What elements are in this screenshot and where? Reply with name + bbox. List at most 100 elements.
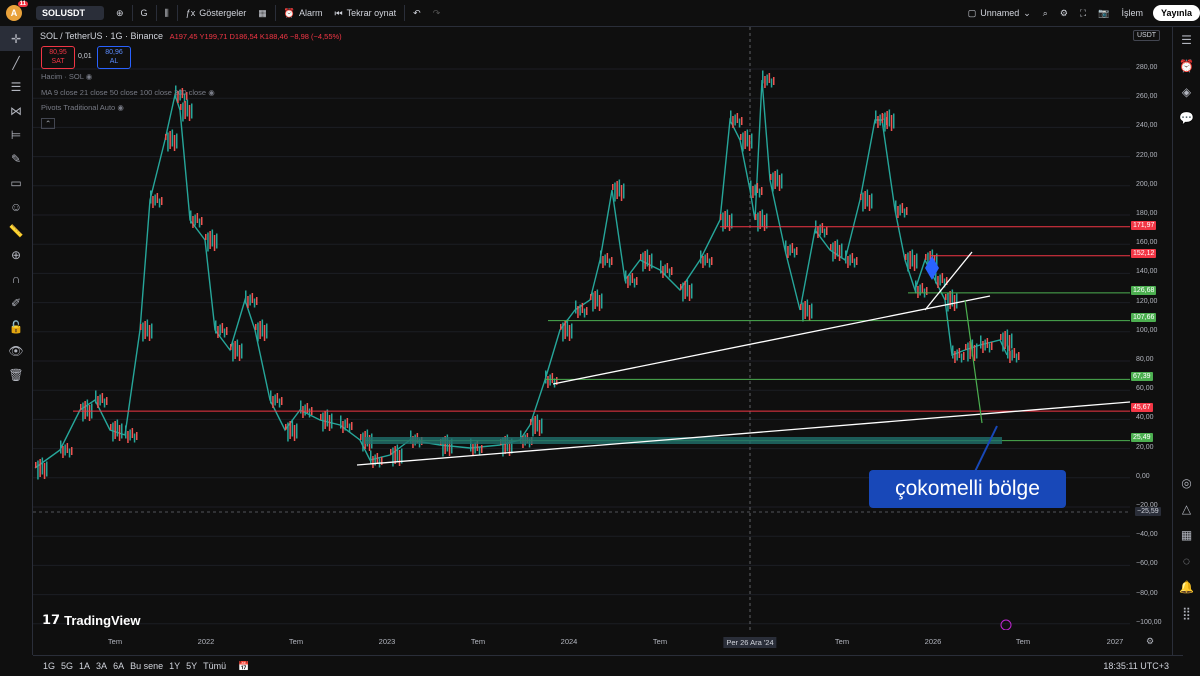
fullscreen-icon[interactable]: ⛶ — [1074, 0, 1092, 26]
time-tick: Tem — [470, 637, 486, 646]
candle — [396, 444, 399, 462]
candle — [46, 461, 48, 477]
notifications-icon[interactable]: 🔔 — [1173, 574, 1200, 600]
tradingview-logo[interactable]: 𝟭𝟳 TradingView — [42, 612, 140, 628]
indicator-ma[interactable]: MA 9 close 21 close 50 close 100 close 2… — [41, 88, 215, 97]
crosshair-icon[interactable]: ✛ — [0, 27, 32, 51]
target-icon[interactable]: ◎ — [1173, 470, 1200, 496]
candle — [744, 131, 746, 149]
range-button[interactable]: 1G — [43, 661, 55, 671]
range-button[interactable]: 6A — [113, 661, 124, 671]
layout-name-button[interactable]: ▢ Unnamed ⌄ — [962, 0, 1037, 26]
quick-search-icon[interactable]: ⌕ — [1037, 0, 1054, 26]
candle — [988, 343, 991, 353]
range-button[interactable]: Tümü — [203, 661, 226, 671]
brush-icon[interactable]: ✎ — [0, 147, 32, 171]
calendar-icon[interactable]: ▦ — [1173, 522, 1200, 548]
ideas-icon[interactable]: △ — [1173, 496, 1200, 522]
price-axis[interactable]: USDT 280,00 260,00 240,00 220,00 200,00 180,0… — [1130, 27, 1173, 630]
clock[interactable]: 18:35:11 UTC+3 — [1103, 661, 1169, 671]
candle — [629, 274, 631, 286]
indicators-icon: ƒx — [185, 8, 196, 18]
price-level-label[interactable]: −25,59 — [1135, 507, 1161, 516]
visibility-icon[interactable]: 👁 — [0, 339, 32, 363]
candle — [937, 276, 939, 288]
interval-button[interactable]: G — [135, 0, 154, 26]
user-avatar[interactable]: A 11 — [6, 1, 28, 21]
price-level-label[interactable]: 107,66 — [1131, 313, 1157, 322]
settings-icon[interactable]: ⚙ — [1054, 0, 1074, 26]
eye-icon[interactable]: ◉ — [208, 88, 215, 97]
candle — [976, 343, 978, 359]
candle — [623, 183, 625, 199]
candle — [360, 434, 362, 440]
sell-button[interactable]: 80,95 SAT — [41, 46, 75, 69]
candle — [754, 184, 756, 196]
text-icon[interactable]: ▭ — [0, 171, 32, 195]
price-level-label[interactable]: 45,67 — [1131, 403, 1153, 412]
range-button[interactable]: Bu sene — [130, 661, 163, 671]
annotation-callout[interactable]: çokomelli bölge — [869, 470, 1066, 508]
candle — [236, 339, 239, 357]
indicator-volume[interactable]: Hacim · SOL ◉ — [41, 72, 92, 81]
replay-button[interactable]: ⏮ Tekrar oynat — [329, 0, 403, 26]
trade-button[interactable]: İşlem — [1115, 0, 1149, 26]
add-symbol-icon[interactable]: ⊕ — [110, 0, 130, 26]
watchlist-icon[interactable]: ☰ — [1173, 27, 1200, 53]
price-level-label[interactable]: 25,49 — [1131, 433, 1153, 442]
layers-icon[interactable]: ◈ — [1173, 79, 1200, 105]
streams-icon[interactable]: ◌ — [1173, 548, 1200, 574]
price-level-label[interactable]: 67,39 — [1131, 372, 1153, 381]
templates-icon[interactable]: ▦ — [252, 0, 273, 26]
chart-pane[interactable] — [33, 27, 1131, 631]
time-tick: 2024 — [560, 637, 578, 646]
publish-button[interactable]: Yayınla — [1152, 5, 1200, 21]
pattern-icon[interactable]: ⋈ — [0, 99, 32, 123]
emoji-icon[interactable]: ☺ — [0, 195, 32, 219]
range-button[interactable]: 5Y — [186, 661, 197, 671]
apps-icon[interactable]: ⣿ — [1173, 600, 1200, 626]
symbol-search[interactable]: SOLUSDT — [36, 6, 104, 20]
price-tick: 60,00 — [1136, 385, 1154, 393]
trend-line-icon[interactable]: ╱ — [0, 51, 32, 75]
time-axis[interactable]: Tem 2022 Tem 2023 Tem 2024 Tem Per 26 Ara '24 Te… — [33, 630, 1130, 654]
eye-icon[interactable]: ◉ — [86, 72, 93, 81]
indicator-pivots[interactable]: Pivots Traditional Auto ◉ — [41, 103, 124, 112]
redo-icon[interactable]: ↷ — [427, 0, 447, 26]
zoom-icon[interactable]: ⊕ — [0, 243, 32, 267]
eye-icon[interactable]: ◉ — [117, 103, 124, 112]
snapshot-icon[interactable]: 📷 — [1092, 0, 1115, 26]
candle — [793, 248, 796, 258]
date-range-icon[interactable]: 📅 — [238, 661, 249, 672]
lock-drawing-icon[interactable]: ✐ — [0, 291, 32, 315]
chart-legend: SOL / TetherUS · 1G · Binance A197,45 Y1… — [40, 31, 342, 41]
collapse-legend-icon[interactable]: ⌃ — [41, 118, 56, 129]
chart-type-icon[interactable]: ⫼ — [159, 0, 175, 26]
range-button[interactable]: 1Y — [169, 661, 180, 671]
lock-icon[interactable]: 🔓 — [0, 315, 32, 339]
range-button[interactable]: 1A — [79, 661, 90, 671]
candle — [800, 304, 802, 310]
indicators-button[interactable]: ƒx Göstergeler — [180, 0, 253, 26]
fib-icon[interactable]: ☰ — [0, 75, 32, 99]
symbol-title[interactable]: SOL / TetherUS · 1G · Binance — [40, 31, 163, 41]
chat-icon[interactable]: 💬 — [1173, 105, 1200, 131]
alarm-button[interactable]: ⏰ Alarm — [278, 0, 329, 26]
price-level-label[interactable]: 126,68 — [1131, 286, 1157, 295]
price-level-label[interactable]: 171,97 — [1131, 221, 1157, 230]
ruler-icon[interactable]: 📏 — [0, 219, 32, 243]
price-level-label[interactable]: 152,12 — [1131, 249, 1157, 258]
forecast-icon[interactable]: ⊨ — [0, 123, 32, 147]
candle — [631, 273, 634, 283]
currency-selector[interactable]: USDT — [1133, 30, 1161, 41]
candle — [819, 224, 821, 236]
range-button[interactable]: 5G — [61, 661, 73, 671]
trash-icon[interactable]: 🗑 — [0, 363, 32, 387]
magnet-icon[interactable]: ∩ — [0, 267, 32, 291]
buy-button[interactable]: 80,96 AL — [97, 46, 131, 69]
axis-settings-icon[interactable]: ⚙ — [1146, 636, 1154, 647]
alerts-icon[interactable]: ⏰ — [1173, 53, 1200, 79]
undo-icon[interactable]: ↶ — [407, 0, 427, 26]
range-button[interactable]: 3A — [96, 661, 107, 671]
candle — [598, 295, 601, 311]
